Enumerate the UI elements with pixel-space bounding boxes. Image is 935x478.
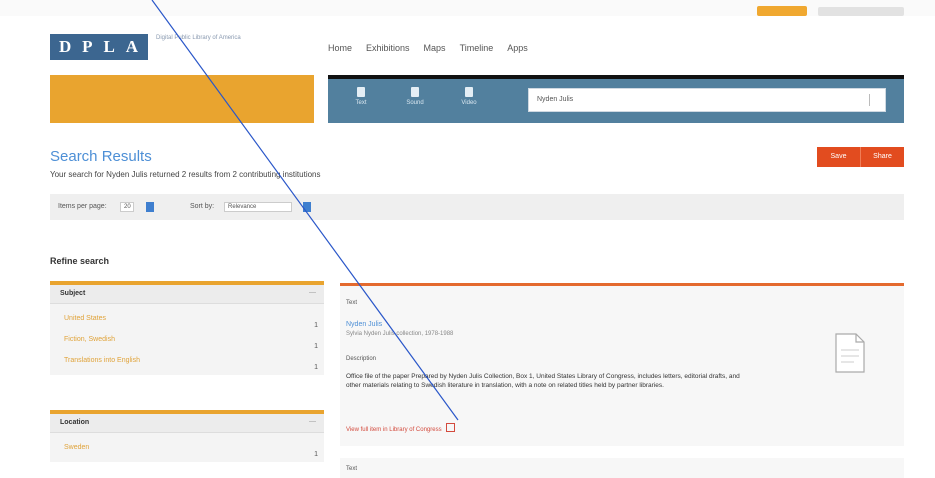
collapse-icon[interactable]: — — [309, 289, 316, 296]
document-icon[interactable] — [832, 332, 868, 374]
nav-exhibitions[interactable]: Exhibitions — [366, 43, 410, 53]
result-description-label: Description — [346, 356, 377, 362]
logo-letter: A — [125, 37, 140, 56]
search-type-label: Video — [461, 100, 477, 106]
video-icon — [465, 87, 473, 97]
items-per-page-select[interactable]: 20 — [120, 202, 134, 212]
facet-header[interactable]: Location — — [50, 414, 324, 433]
search-type-video[interactable]: Video — [454, 87, 484, 106]
facet-item[interactable]: Sweden 1 — [50, 437, 324, 458]
nav-home[interactable]: Home — [328, 43, 352, 53]
result-item: Text — [340, 458, 904, 478]
result-description: Office file of the paper Prepared by Nyd… — [346, 373, 740, 389]
logo-letter: L — [103, 37, 116, 56]
result-title-link[interactable]: Nyden Julis — [346, 321, 382, 328]
nav-timeline[interactable]: Timeline — [460, 43, 494, 53]
image-icon — [357, 87, 365, 97]
nav-apps[interactable]: Apps — [507, 43, 528, 53]
items-per-page-label: Items per page: — [58, 203, 107, 210]
facet-item-count: 1 — [314, 364, 318, 371]
facet-title: Location — [60, 419, 90, 426]
facet-body: United States 1 Fiction, Swedish 1 Trans… — [50, 304, 324, 375]
top-button-secondary[interactable] — [818, 7, 904, 16]
facet-item-label: Sweden — [64, 444, 90, 451]
share-button[interactable]: Share — [861, 147, 904, 167]
view-item-link-text: View full item in Library of Congress — [346, 427, 442, 433]
items-per-page-go-button[interactable] — [146, 202, 154, 212]
main-nav: Home Exhibitions Maps Timeline Apps — [328, 43, 528, 53]
facet-location: Location — Sweden 1 — [50, 410, 324, 462]
save-button[interactable]: Save — [817, 147, 861, 167]
site-logo[interactable]: D P L A — [50, 34, 148, 60]
search-type-label: Sound — [406, 100, 424, 106]
search-bar-panel: Text Sound Video Nyden Julis — [328, 75, 904, 123]
result-item: Text Nyden Julis Sylvia Nyden Julis coll… — [340, 286, 904, 446]
refine-search-heading: Refine search — [50, 256, 110, 266]
facet-item[interactable]: Translations into English 1 — [50, 350, 324, 371]
facet-item-label: Fiction, Swedish — [64, 336, 115, 343]
facet-item[interactable]: Fiction, Swedish 1 — [50, 329, 324, 350]
orange-banner — [50, 75, 314, 123]
top-button-primary[interactable] — [757, 6, 807, 16]
results-list: Text Nyden Julis Sylvia Nyden Julis coll… — [340, 283, 904, 478]
result-type: Text — [346, 466, 358, 472]
facet-item-count: 1 — [314, 451, 318, 458]
result-subtitle: Sylvia Nyden Julis collection, 1978-1988 — [346, 331, 454, 337]
results-summary: Your search for Nyden Julis returned 2 r… — [50, 170, 321, 179]
search-input[interactable]: Nyden Julis — [528, 88, 886, 112]
sort-go-button[interactable] — [303, 202, 311, 212]
logo-letter: P — [82, 37, 94, 56]
search-query: Nyden Julis — [537, 96, 574, 103]
nav-maps[interactable]: Maps — [424, 43, 446, 53]
facet-title: Subject — [60, 290, 86, 297]
facet-item[interactable]: United States 1 — [50, 308, 324, 329]
sort-label: Sort by: — [190, 203, 215, 210]
view-item-link[interactable]: View full item in Library of Congress — [346, 423, 455, 433]
facet-body: Sweden 1 — [50, 433, 324, 462]
result-type: Text — [346, 300, 358, 306]
sort-select[interactable]: Relevance — [224, 202, 292, 212]
logo-letter: D — [58, 37, 73, 56]
site-tagline: Digital Public Library of America — [156, 35, 241, 41]
search-type-text[interactable]: Text — [346, 87, 376, 106]
search-type-label: Text — [355, 100, 367, 106]
collapse-icon[interactable]: — — [309, 418, 316, 425]
facet-header[interactable]: Subject — — [50, 285, 324, 304]
facet-item-label: Translations into English — [64, 357, 141, 364]
facet-item-label: United States — [64, 315, 107, 322]
search-submit-icon[interactable] — [869, 94, 879, 106]
facet-subject: Subject — United States 1 Fiction, Swedi… — [50, 281, 324, 375]
top-strip — [0, 0, 935, 16]
sound-icon — [411, 87, 419, 97]
search-type-sound[interactable]: Sound — [400, 87, 430, 106]
page-title: Search Results — [50, 148, 152, 165]
save-share-buttons: Save Share — [817, 147, 904, 167]
results-toolbar: Items per page: 20 Sort by: Relevance — [50, 194, 904, 220]
external-link-icon — [445, 423, 455, 432]
